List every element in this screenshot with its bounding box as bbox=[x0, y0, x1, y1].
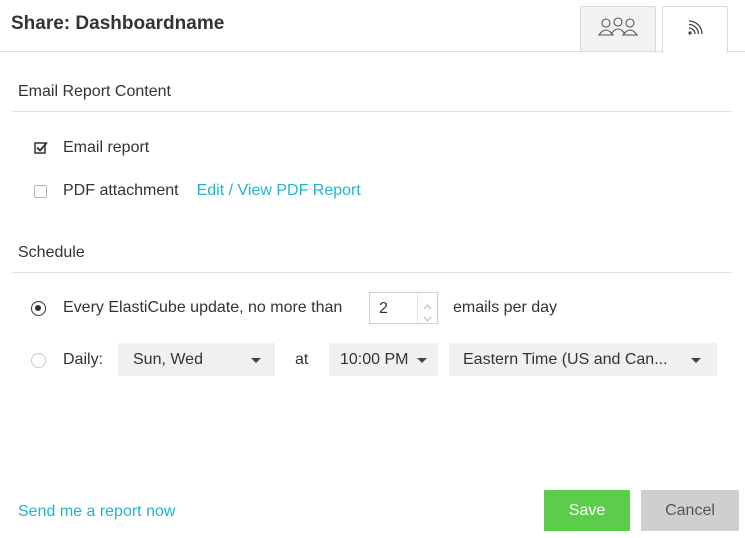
schedule-daily-radio[interactable] bbox=[31, 352, 46, 368]
at-label-row: at bbox=[295, 350, 308, 370]
chevron-down-icon bbox=[417, 358, 427, 363]
send-now-row: Send me a report now bbox=[18, 502, 175, 522]
stepper-down-icon[interactable] bbox=[423, 310, 432, 322]
email-report-checkbox[interactable] bbox=[34, 141, 48, 155]
schedule-update-label: Every ElastiCube update, no more than bbox=[63, 299, 343, 316]
emails-per-day-value: 2 bbox=[379, 300, 388, 317]
page-title: Share: Dashboardname bbox=[11, 13, 225, 34]
send-report-now-link[interactable]: Send me a report now bbox=[18, 503, 175, 521]
timezone-dropdown[interactable]: Eastern Time (US and Can... bbox=[449, 343, 717, 376]
stepper-up-icon[interactable] bbox=[423, 298, 432, 310]
tab-subscribe[interactable] bbox=[662, 6, 728, 53]
tab-share-users[interactable] bbox=[580, 6, 656, 52]
email-report-row: Email report bbox=[34, 138, 149, 158]
dialog-header: Share: Dashboardname bbox=[0, 0, 745, 53]
days-dropdown-value: Sun, Wed bbox=[133, 350, 203, 368]
schedule-daily-label: Daily: bbox=[63, 351, 104, 368]
section-divider bbox=[12, 272, 731, 273]
chevron-down-icon bbox=[251, 358, 261, 363]
timezone-dropdown-value: Eastern Time (US and Can... bbox=[463, 350, 668, 368]
at-label: at bbox=[295, 351, 309, 368]
pdf-attachment-label: PDF attachment bbox=[63, 182, 179, 199]
schedule-update-radio[interactable] bbox=[31, 300, 46, 316]
users-icon bbox=[597, 16, 639, 43]
cancel-button[interactable]: Cancel bbox=[641, 490, 739, 531]
rss-icon bbox=[687, 19, 703, 41]
time-dropdown-value: 10:00 PM bbox=[340, 350, 409, 368]
days-dropdown[interactable]: Sun, Wed bbox=[118, 343, 275, 376]
schedule-daily-row: Daily: bbox=[31, 350, 103, 370]
emails-per-day-label: emails per day bbox=[453, 299, 558, 316]
stepper-controls[interactable] bbox=[417, 293, 437, 323]
emails-per-day-stepper[interactable]: 2 bbox=[369, 292, 438, 324]
emails-per-day-suffix: emails per day bbox=[453, 298, 557, 318]
chevron-down-icon bbox=[691, 358, 701, 363]
schedule-update-row: Every ElastiCube update, no more than bbox=[31, 298, 342, 318]
section-divider bbox=[12, 111, 731, 112]
pdf-attachment-checkbox[interactable] bbox=[34, 184, 47, 198]
email-section-title: Email Report Content bbox=[18, 83, 171, 100]
time-dropdown[interactable]: 10:00 PM bbox=[329, 343, 438, 376]
save-button[interactable]: Save bbox=[544, 490, 630, 531]
pdf-attachment-row: PDF attachment Edit / View PDF Report bbox=[34, 181, 361, 201]
schedule-section-title: Schedule bbox=[18, 244, 85, 261]
edit-pdf-report-link[interactable]: Edit / View PDF Report bbox=[197, 182, 361, 200]
email-report-label: Email report bbox=[63, 139, 150, 156]
